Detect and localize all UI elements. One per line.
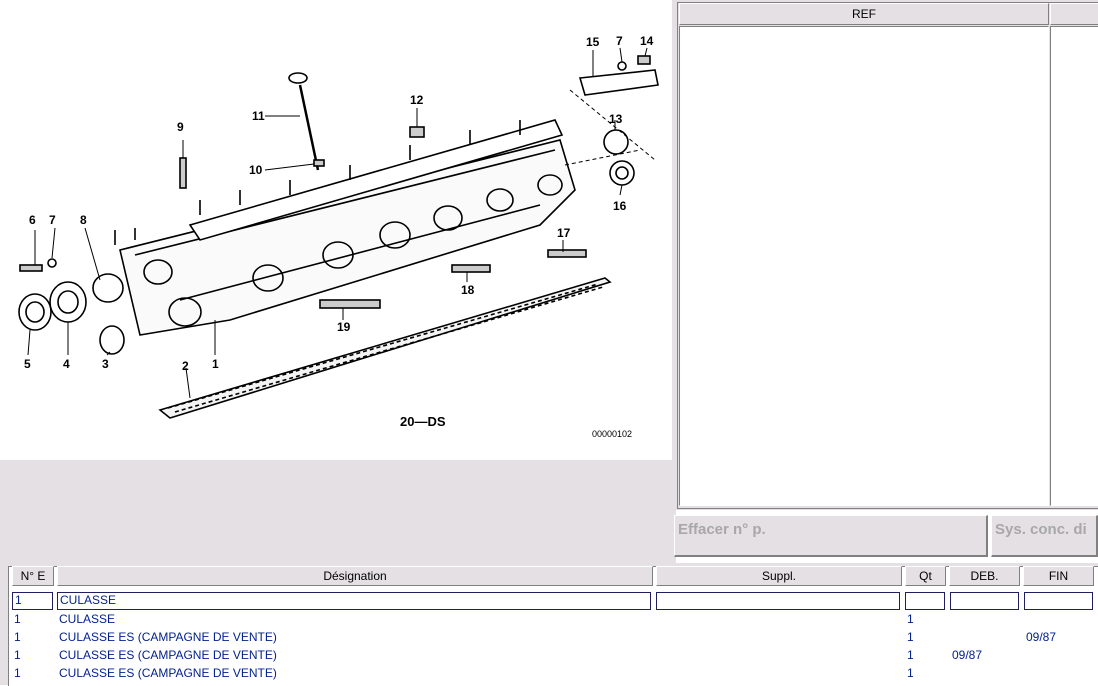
cell-deb [950,664,1019,682]
callout-19: 19 [337,320,351,334]
cell-ne: 1 [12,592,53,610]
cell-deb [950,610,1019,628]
cell-designation: CULASSE ES (CAMPAGNE DE VENTE) [59,630,277,644]
callout-6: 6 [29,213,36,227]
cell-deb [950,592,1019,610]
col-header-deb[interactable]: DEB. [949,566,1020,586]
cell-qt: 1 [907,630,914,644]
cell-fin [1024,592,1093,610]
callout-3: 3 [102,357,109,371]
clear-part-number-button[interactable]: Effacer n° p. [674,515,988,557]
cell-ne: 1 [14,612,21,626]
cell-suppl [656,628,900,646]
callout-7b: 7 [616,34,623,48]
ref-second-list[interactable] [1050,26,1098,506]
col-header-qt[interactable]: Qt [905,566,946,586]
image-code: 00000102 [592,429,632,439]
cell-designation: CULASSE [57,592,651,610]
callout-9: 9 [177,120,184,134]
callout-5: 5 [24,357,31,371]
callout-17: 17 [557,226,571,240]
cell-fin [1024,610,1093,628]
cell-ne: 1 [14,648,21,662]
col-header-designation[interactable]: Désignation [57,566,653,586]
cell-designation: CULASSE ES (CAMPAGNE DE VENTE) [59,666,277,680]
cell-fin [1024,664,1093,682]
cell-suppl [656,664,900,682]
cell-fin: 09/87 [1026,630,1057,644]
cylinder-head-exploded-view: 1 2 3 4 5 6 7 8 9 10 11 12 13 14 15 16 1… [18,34,659,439]
cell-ne: 1 [14,666,21,680]
ref-column-header[interactable]: REF [679,3,1049,25]
ref-list[interactable] [679,26,1049,506]
parts-diagram[interactable]: 1 2 3 4 5 6 7 8 9 10 11 12 13 14 15 16 1… [0,0,672,460]
callout-18: 18 [461,283,475,297]
callout-14: 14 [640,34,654,48]
cell-qt: 1 [907,666,914,680]
col-header-fin[interactable]: FIN [1023,566,1094,586]
cell-qt: 1 [907,648,914,662]
callout-13: 13 [609,112,623,126]
ref-second-column-header[interactable] [1050,3,1098,25]
callout-2: 2 [182,359,189,373]
callout-11: 11 [252,109,265,123]
cell-suppl [656,610,900,628]
callout-1: 1 [212,357,219,371]
cell-designation: CULASSE [59,612,116,626]
cell-suppl [656,646,900,664]
cell-fin [1024,646,1093,664]
callout-4: 4 [63,357,70,371]
callout-8: 8 [80,213,87,227]
callout-7a: 7 [49,213,56,227]
col-header-suppl[interactable]: Suppl. [656,566,902,586]
cell-ne: 1 [14,630,21,644]
diagram-caption: 20—DS [400,414,446,429]
callout-15: 15 [586,35,600,49]
cell-qt [905,592,945,610]
cell-qt: 1 [907,612,914,626]
cell-suppl [656,592,900,610]
callout-16: 16 [613,199,627,213]
col-header-ne[interactable]: N° E [12,566,54,586]
cell-deb: 09/87 [952,648,983,662]
ref-panel: REF [674,0,1098,510]
callout-10: 10 [249,163,263,177]
callout-12: 12 [410,93,424,107]
sys-conc-button[interactable]: Sys. conc. di [991,515,1098,557]
diagram-bottom-margin [0,460,674,563]
cell-deb [950,628,1019,646]
cell-designation: CULASSE ES (CAMPAGNE DE VENTE) [59,648,277,662]
